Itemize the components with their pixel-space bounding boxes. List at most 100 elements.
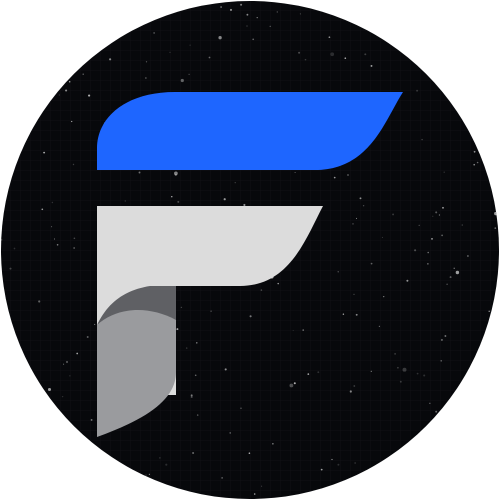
star-dot <box>472 400 474 402</box>
star-dot <box>223 198 226 201</box>
star-dot <box>464 15 467 18</box>
star-dot <box>2 179 5 181</box>
star-dot <box>394 353 396 355</box>
star-dot <box>443 171 445 173</box>
star-dot <box>138 171 141 174</box>
star-dot <box>416 89 419 92</box>
star-dot <box>446 283 448 285</box>
star-dot <box>153 32 155 34</box>
star-dot <box>342 313 345 315</box>
star-dot <box>46 65 48 68</box>
star-dot <box>174 171 178 176</box>
star-dot <box>73 247 75 249</box>
star-dot <box>386 483 389 485</box>
star-dot <box>90 25 92 27</box>
star-dot <box>320 468 323 471</box>
star-dot <box>349 390 352 393</box>
star-dot <box>14 13 17 17</box>
star-dot <box>307 373 310 375</box>
star-dot <box>483 462 486 465</box>
star-dot <box>392 494 395 497</box>
star-dot <box>488 310 490 312</box>
star-dot <box>269 25 271 27</box>
star-dot <box>435 211 438 214</box>
star-dot <box>438 214 440 216</box>
star-dot <box>44 22 47 25</box>
star-dot <box>189 44 191 46</box>
star-dot <box>165 463 168 466</box>
star-dot <box>466 380 468 383</box>
star-dot <box>459 83 462 85</box>
star-dot <box>180 78 184 83</box>
star-dot <box>58 94 60 96</box>
star-dot <box>416 372 419 375</box>
star-dot <box>353 385 356 387</box>
star-dot <box>79 65 81 68</box>
star-dot <box>289 383 294 388</box>
star-dot <box>370 262 373 265</box>
star-dot <box>72 163 75 166</box>
star-dot <box>423 374 426 377</box>
star-dot <box>337 271 339 273</box>
star-dot <box>492 371 496 375</box>
star-dot <box>432 215 434 217</box>
star-dot <box>453 267 455 269</box>
star-dot <box>196 342 198 344</box>
star-dot <box>494 328 497 331</box>
star-dot <box>194 374 197 377</box>
star-dot <box>109 58 112 61</box>
star-dot <box>256 16 258 19</box>
f-logo-icon <box>1 1 499 499</box>
star-dot <box>488 1 491 4</box>
star-dot <box>466 255 469 257</box>
star-dot <box>176 328 179 331</box>
star-dot <box>392 213 395 216</box>
star-dot <box>494 227 497 229</box>
star-dot <box>293 382 296 385</box>
star-dot <box>243 203 246 207</box>
star-dot <box>302 329 304 331</box>
star-dot <box>261 485 263 487</box>
star-dot <box>494 211 498 216</box>
star-dot <box>220 6 222 8</box>
star-dot <box>148 473 150 475</box>
star-dot <box>253 493 256 495</box>
star-dot <box>68 80 71 83</box>
star-dot <box>424 443 427 446</box>
star-dot <box>249 315 252 318</box>
star-dot <box>81 1 83 2</box>
star-dot <box>456 57 459 60</box>
star-dot <box>210 310 212 312</box>
star-dot <box>51 226 53 228</box>
star-dot <box>449 276 452 279</box>
star-dot <box>169 51 171 54</box>
star-dot <box>427 263 429 265</box>
star-dot <box>421 138 423 141</box>
star-dot <box>444 335 447 337</box>
star-dot <box>353 6 355 8</box>
star-dot <box>27 127 30 130</box>
star-dot <box>240 407 242 409</box>
star-dot <box>395 7 398 9</box>
star-dot <box>328 36 331 39</box>
star-dot <box>240 3 243 6</box>
star-dot <box>252 38 255 41</box>
star-dot <box>221 477 223 479</box>
star-dot <box>56 244 59 246</box>
star-dot <box>43 151 45 154</box>
star-dot <box>344 57 347 59</box>
star-dot <box>61 7 63 9</box>
star-dot <box>355 217 358 219</box>
star-dot <box>208 56 211 59</box>
star-dot <box>185 347 188 349</box>
star-dot <box>431 238 433 240</box>
star-dot <box>224 368 227 371</box>
star-dot <box>381 236 383 238</box>
star-dot <box>135 479 137 481</box>
star-dot <box>440 360 442 362</box>
star-dot <box>292 329 294 332</box>
star-dot <box>86 336 89 338</box>
star-dot <box>441 234 443 237</box>
star-dot <box>9 267 12 270</box>
star-dot <box>294 171 296 174</box>
